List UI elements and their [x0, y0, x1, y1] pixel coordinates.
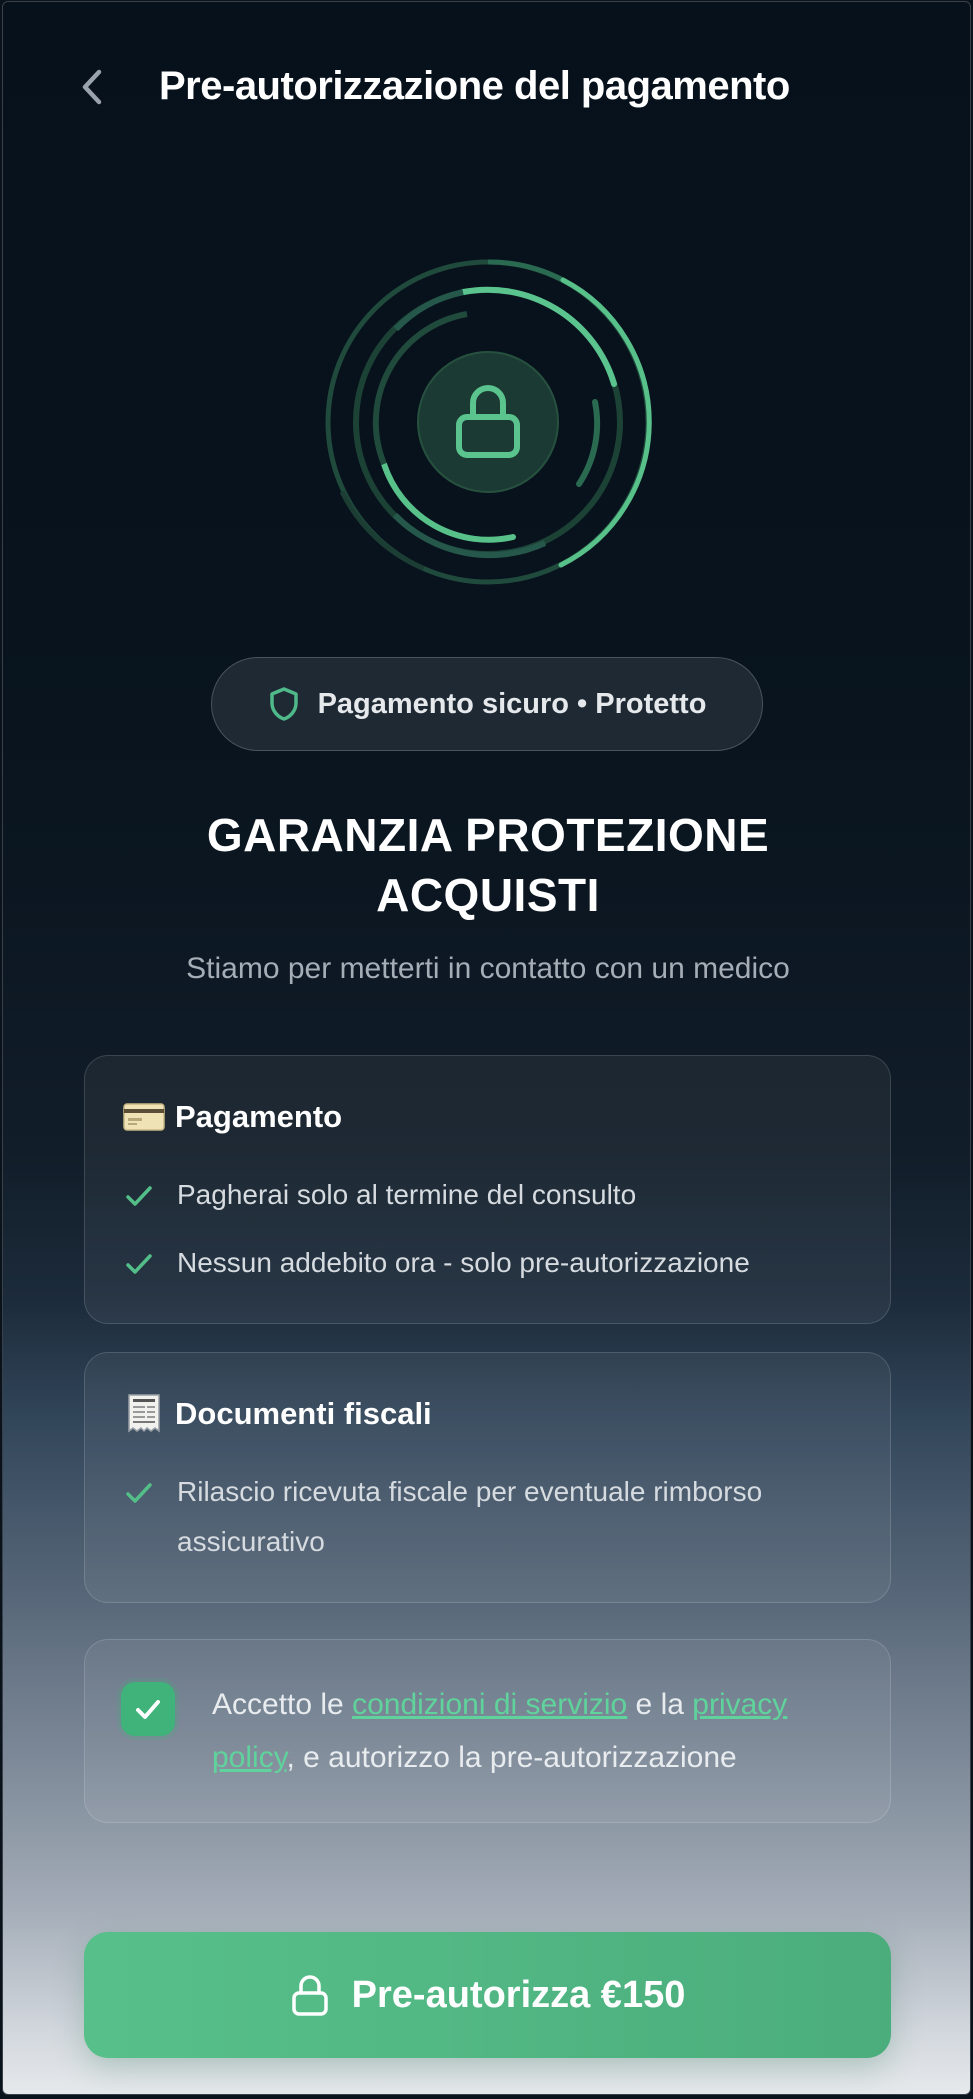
payment-card-title: Pagamento	[123, 1096, 342, 1138]
consent-card: Accetto le condizioni di servizio e la p…	[84, 1639, 891, 1823]
payment-preauth-screen: Pre-autorizzazione del pagamento Pagamen…	[2, 1, 971, 2095]
payment-card-title-text: Pagamento	[175, 1099, 343, 1134]
terms-link[interactable]: condizioni di servizio	[352, 1688, 627, 1721]
consent-prefix: Accetto le	[212, 1688, 353, 1721]
back-button[interactable]	[73, 64, 113, 110]
page-title: Pre-autorizzazione del pagamento	[159, 64, 790, 108]
badge-label: Pagamento sicuro • Protetto	[317, 687, 707, 720]
lock-icon	[291, 1975, 328, 2016]
list-item-text: Rilascio ricevuta fiscale per eventuale …	[177, 1476, 763, 1557]
secure-lock-illustration	[325, 259, 652, 585]
secure-payment-badge: Pagamento sicuro • Protetto	[211, 657, 763, 751]
list-item-text: Pagherai solo al termine del consulto	[177, 1179, 637, 1210]
consent-suffix: , e autorizzo la pre-autorizzazione	[286, 1741, 737, 1774]
headline: GARANZIA PROTEZIONE ACQUISTI	[206, 809, 770, 921]
consent-middle: e la	[627, 1688, 693, 1721]
chevron-left-icon	[82, 69, 102, 105]
fiscal-card-title-text: Documenti fiscali	[175, 1396, 432, 1431]
list-item-text: Nessun addebito ora - solo pre-autorizza…	[177, 1247, 750, 1278]
preauthorize-button[interactable]: Pre-autorizza €150	[84, 1932, 891, 2058]
subtitle: Stiamo per metterti in contatto con un m…	[186, 952, 790, 985]
check-icon	[126, 1254, 152, 1274]
check-icon	[126, 1483, 152, 1503]
preauthorize-button-label: Pre-autorizza €150	[351, 1973, 686, 2016]
credit-card-icon	[123, 1096, 165, 1138]
consent-checkbox[interactable]	[121, 1682, 175, 1736]
payment-info-card: Pagamento Pagherai solo al termine del c…	[84, 1055, 891, 1324]
list-item: Nessun addebito ora - solo pre-autorizza…	[123, 1246, 750, 1288]
check-icon	[126, 1186, 152, 1206]
list-item: Rilascio ricevuta fiscale per eventuale …	[123, 1475, 817, 1567]
list-item: Pagherai solo al termine del consulto	[123, 1178, 636, 1220]
receipt-icon	[123, 1393, 165, 1435]
consent-text: Accetto le condizioni di servizio e la p…	[212, 1678, 852, 1784]
checkmark-icon	[136, 1700, 160, 1719]
fiscal-card-title: Documenti fiscali	[123, 1393, 432, 1435]
shield-icon	[269, 687, 298, 721]
fiscal-documents-card: Documenti fiscali Rilascio ricevuta fisc…	[84, 1352, 891, 1603]
header: Pre-autorizzazione del pagamento	[3, 42, 970, 132]
